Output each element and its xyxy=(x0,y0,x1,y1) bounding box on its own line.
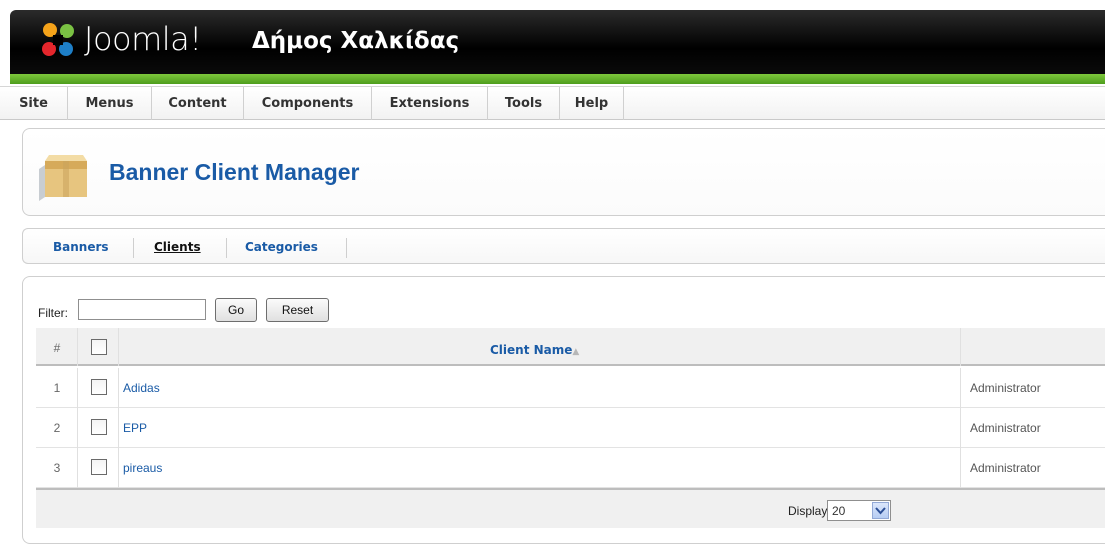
column-divider xyxy=(77,368,78,408)
sort-ascending-icon: ▲ xyxy=(572,347,580,357)
joomla-logo-icon xyxy=(42,23,74,56)
column-divider xyxy=(118,448,119,488)
header-accent-stripe xyxy=(10,74,1105,84)
column-number-header: # xyxy=(53,341,61,355)
display-count-value: 20 xyxy=(832,504,846,518)
table-header: # Client Name▲ xyxy=(36,328,1105,366)
submenu: Banners Clients Categories xyxy=(22,228,1105,264)
submenu-divider xyxy=(226,238,227,258)
column-divider xyxy=(960,368,961,408)
row-number: 1 xyxy=(53,381,61,395)
tab-clients[interactable]: Clients xyxy=(154,240,201,254)
tab-banners[interactable]: Banners xyxy=(53,240,109,254)
menu-content[interactable]: Content xyxy=(152,87,244,120)
table-footer: Display # 20 xyxy=(36,488,1105,528)
row-number: 2 xyxy=(53,421,61,435)
column-divider xyxy=(118,368,119,408)
admin-menu: Site Menus Content Components Extensions… xyxy=(0,86,1105,120)
filter-label: Filter: xyxy=(38,306,68,320)
chevron-down-icon[interactable] xyxy=(872,502,889,519)
tab-categories[interactable]: Categories xyxy=(245,240,318,254)
row-checkbox[interactable] xyxy=(91,419,107,435)
row-checkbox[interactable] xyxy=(91,459,107,475)
menu-help[interactable]: Help xyxy=(560,87,624,120)
table-row: 1 Adidas Administrator xyxy=(36,368,1105,408)
table-row: 2 EPP Administrator xyxy=(36,408,1105,448)
menu-site[interactable]: Site xyxy=(0,87,68,120)
row-checkbox[interactable] xyxy=(91,379,107,395)
column-divider xyxy=(960,408,961,448)
menu-extensions[interactable]: Extensions xyxy=(372,87,488,120)
filter-input[interactable] xyxy=(78,299,206,320)
box-icon xyxy=(39,155,87,201)
joomla-brand: Joomla! xyxy=(84,20,202,58)
go-button[interactable]: Go xyxy=(215,298,257,322)
submenu-divider xyxy=(346,238,347,258)
table-row: 3 pireaus Administrator xyxy=(36,448,1105,488)
menu-tools[interactable]: Tools xyxy=(488,87,560,120)
page-title: Banner Client Manager xyxy=(109,159,360,185)
checked-out-by: Administrator xyxy=(970,381,1041,395)
checked-out-by: Administrator xyxy=(970,421,1041,435)
column-divider xyxy=(960,328,961,366)
select-all-checkbox[interactable] xyxy=(91,339,107,355)
column-divider xyxy=(77,328,78,366)
column-client-name-label: Client Name xyxy=(490,343,573,357)
toolbar-panel: Banner Client Manager xyxy=(22,128,1105,216)
row-number: 3 xyxy=(53,461,61,475)
reset-button[interactable]: Reset xyxy=(266,298,329,322)
menu-components[interactable]: Components xyxy=(244,87,372,120)
column-divider xyxy=(960,448,961,488)
checked-out-by: Administrator xyxy=(970,461,1041,475)
site-name: Δήμος Χαλκίδας xyxy=(252,28,460,54)
client-name-link[interactable]: pireaus xyxy=(123,461,162,475)
display-count-select[interactable]: 20 xyxy=(827,500,891,521)
column-divider xyxy=(77,408,78,448)
client-name-link[interactable]: EPP xyxy=(123,421,147,435)
menu-menus[interactable]: Menus xyxy=(68,87,152,120)
column-divider xyxy=(118,328,119,366)
header: Joomla! Δήμος Χαλκίδας xyxy=(0,0,1105,84)
column-divider xyxy=(118,408,119,448)
submenu-divider xyxy=(133,238,134,258)
column-divider xyxy=(77,448,78,488)
column-client-name-header[interactable]: Client Name▲ xyxy=(490,343,579,357)
client-name-link[interactable]: Adidas xyxy=(123,381,160,395)
